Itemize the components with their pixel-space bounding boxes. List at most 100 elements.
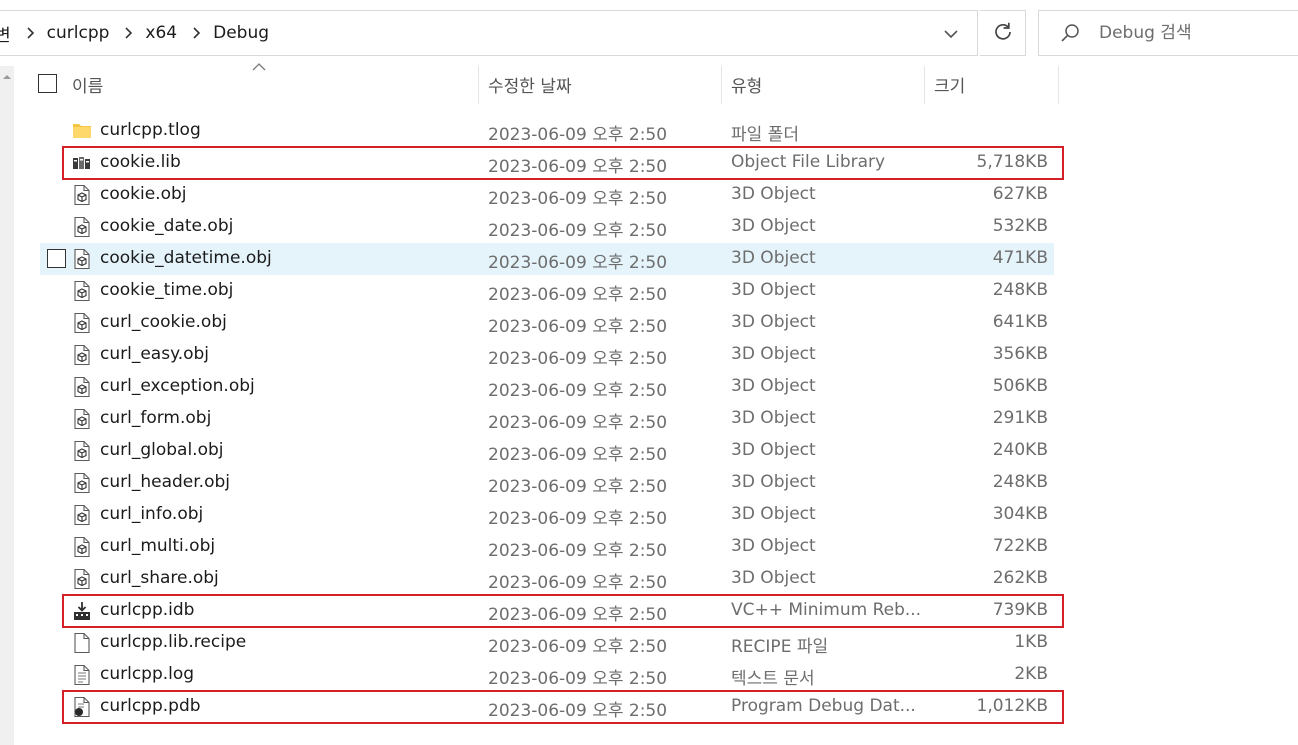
file-row[interactable]: cookie_datetime.obj 2023-06-09 오후 2:50 3D … [40, 243, 1054, 275]
column-divider[interactable] [478, 66, 479, 104]
chevron-right-icon[interactable] [21, 24, 39, 42]
file-date-modified: 2023-06-09 오후 2:50 [488, 573, 668, 593]
file-row[interactable]: curl_cookie.obj 2023-06-09 오후 2:50 3D Obje… [40, 307, 1054, 339]
file-row[interactable]: curlcpp.tlog 2023-06-09 오후 2:50 파일 폴더 [40, 115, 1054, 147]
file-date-modified: 2023-06-09 오후 2:50 [488, 637, 668, 657]
file-row[interactable]: curl_header.obj 2023-06-09 오후 2:50 3D Obje… [40, 467, 1054, 499]
file-type: 3D Object [731, 216, 816, 236]
file-size: 240KB [992, 440, 1048, 460]
file-name: curl_header.obj [100, 472, 230, 492]
3d-object-file-icon [72, 408, 92, 430]
breadcrumb-debug[interactable]: Debug [213, 23, 269, 43]
idb-file-icon [72, 600, 92, 622]
file-row[interactable]: curlcpp.idb 2023-06-09 오후 2:50 VC++ Minimu… [40, 595, 1054, 627]
file-row[interactable]: curl_multi.obj 2023-06-09 오후 2:50 3D Objec… [40, 531, 1054, 563]
search-input[interactable] [1099, 23, 1279, 43]
file-name: cookie_time.obj [100, 280, 234, 300]
file-size: 739KB [992, 600, 1048, 620]
file-row[interactable]: cookie_date.obj 2023-06-09 오후 2:50 3D Obje… [40, 211, 1054, 243]
file-row[interactable]: curlcpp.lib.recipe 2023-06-09 오후 2:50 RECI… [40, 627, 1054, 659]
file-date-modified: 2023-06-09 오후 2:50 [488, 413, 668, 433]
navigation-pane-scrollbar[interactable] [0, 66, 14, 745]
column-divider[interactable] [721, 66, 722, 104]
column-header-name[interactable]: 이름 [72, 72, 103, 97]
file-type: RECIPE 파일 [731, 637, 829, 657]
file-size: 304KB [992, 504, 1048, 524]
file-row[interactable]: curl_form.obj 2023-06-09 오후 2:50 3D Object… [40, 403, 1054, 435]
file-date-modified: 2023-06-09 오후 2:50 [488, 445, 668, 465]
file-type: VC++ Minimum Reb... [731, 600, 922, 620]
file-date-modified: 2023-06-09 오후 2:50 [488, 189, 668, 209]
file-date-modified: 2023-06-09 오후 2:50 [488, 157, 668, 177]
address-bar[interactable]: 변 curlcpp x64 Debug [0, 10, 978, 56]
chevron-right-icon[interactable] [119, 24, 137, 42]
file-type: Object File Library [731, 152, 886, 172]
file-size: 262KB [992, 568, 1048, 588]
file-row[interactable]: curl_share.obj 2023-06-09 오후 2:50 3D Objec… [40, 563, 1054, 595]
blank-file-icon [72, 632, 92, 654]
file-size: 722KB [992, 536, 1048, 556]
file-row[interactable]: curl_info.obj 2023-06-09 오후 2:50 3D Object… [40, 499, 1054, 531]
breadcrumb-partial-segment[interactable]: 변 [0, 21, 11, 46]
file-row[interactable]: cookie_time.obj 2023-06-09 오후 2:50 3D Obje… [40, 275, 1054, 307]
refresh-button[interactable] [980, 10, 1026, 56]
file-name: curlcpp.tlog [100, 120, 201, 140]
file-name: curl_exception.obj [100, 376, 255, 396]
file-name: curlcpp.lib.recipe [100, 632, 247, 652]
column-header: 이름 수정한 날짜 유형 크기 [14, 62, 1060, 104]
3d-object-file-icon [72, 568, 92, 590]
file-name: cookie_date.obj [100, 216, 234, 236]
file-type: Program Debug Dat... [731, 696, 916, 716]
select-all-checkbox[interactable] [38, 74, 57, 93]
3d-object-file-icon [72, 376, 92, 398]
file-size: 641KB [992, 312, 1048, 332]
file-row[interactable]: curl_global.obj 2023-06-09 오후 2:50 3D Obje… [40, 435, 1054, 467]
file-size: 1KB [1014, 632, 1048, 652]
file-name: curlcpp.log [100, 664, 195, 684]
chevron-right-icon[interactable] [187, 24, 205, 42]
file-row[interactable]: cookie.lib 2023-06-09 오후 2:50 Object File … [40, 147, 1054, 179]
file-row[interactable]: curlcpp.log 2023-06-09 오후 2:50 텍스트 문서 2KB [40, 659, 1054, 691]
scroll-up-arrow-icon[interactable] [2, 72, 12, 82]
chevron-down-icon[interactable] [939, 22, 963, 46]
file-name: cookie_datetime.obj [100, 248, 272, 268]
column-header-size[interactable]: 크기 [934, 72, 965, 97]
file-type: 파일 폴더 [731, 125, 799, 145]
column-divider[interactable] [1058, 66, 1059, 104]
file-date-modified: 2023-06-09 오후 2:50 [488, 285, 668, 305]
file-type: 3D Object [731, 408, 816, 428]
file-date-modified: 2023-06-09 오후 2:50 [488, 349, 668, 369]
file-name: curlcpp.pdb [100, 696, 201, 716]
file-name: cookie.obj [100, 184, 187, 204]
pdb-file-icon [72, 696, 92, 718]
file-size: 248KB [992, 280, 1048, 300]
file-size: 2KB [1014, 664, 1048, 684]
file-type: 3D Object [731, 504, 816, 524]
file-row[interactable]: curlcpp.pdb 2023-06-09 오후 2:50 Program Deb… [40, 691, 1054, 723]
file-row[interactable]: curl_exception.obj 2023-06-09 오후 2:50 3D O… [40, 371, 1054, 403]
file-type: 3D Object [731, 248, 816, 268]
file-row[interactable]: cookie.obj 2023-06-09 오후 2:50 3D Object 627… [40, 179, 1054, 211]
breadcrumb-curlcpp[interactable]: curlcpp [47, 23, 110, 43]
file-size: 627KB [992, 184, 1048, 204]
file-type: 3D Object [731, 440, 816, 460]
3d-object-file-icon [72, 344, 92, 366]
file-name: curl_cookie.obj [100, 312, 227, 332]
file-type: 3D Object [731, 472, 816, 492]
file-row[interactable]: curl_easy.obj 2023-06-09 오후 2:50 3D Object… [40, 339, 1054, 371]
column-divider[interactable] [924, 66, 925, 104]
file-size: 248KB [992, 472, 1048, 492]
file-name: curlcpp.idb [100, 600, 195, 620]
file-date-modified: 2023-06-09 오후 2:50 [488, 541, 668, 561]
column-header-type[interactable]: 유형 [731, 72, 762, 97]
file-date-modified: 2023-06-09 오후 2:50 [488, 125, 668, 145]
file-date-modified: 2023-06-09 오후 2:50 [488, 253, 668, 273]
file-name: curl_multi.obj [100, 536, 216, 556]
row-checkbox[interactable] [47, 249, 66, 268]
search-box[interactable] [1038, 10, 1298, 56]
file-type: 3D Object [731, 280, 816, 300]
3d-object-file-icon [72, 312, 92, 334]
column-header-date[interactable]: 수정한 날짜 [488, 72, 572, 97]
breadcrumb-x64[interactable]: x64 [145, 23, 177, 43]
file-date-modified: 2023-06-09 오후 2:50 [488, 381, 668, 401]
